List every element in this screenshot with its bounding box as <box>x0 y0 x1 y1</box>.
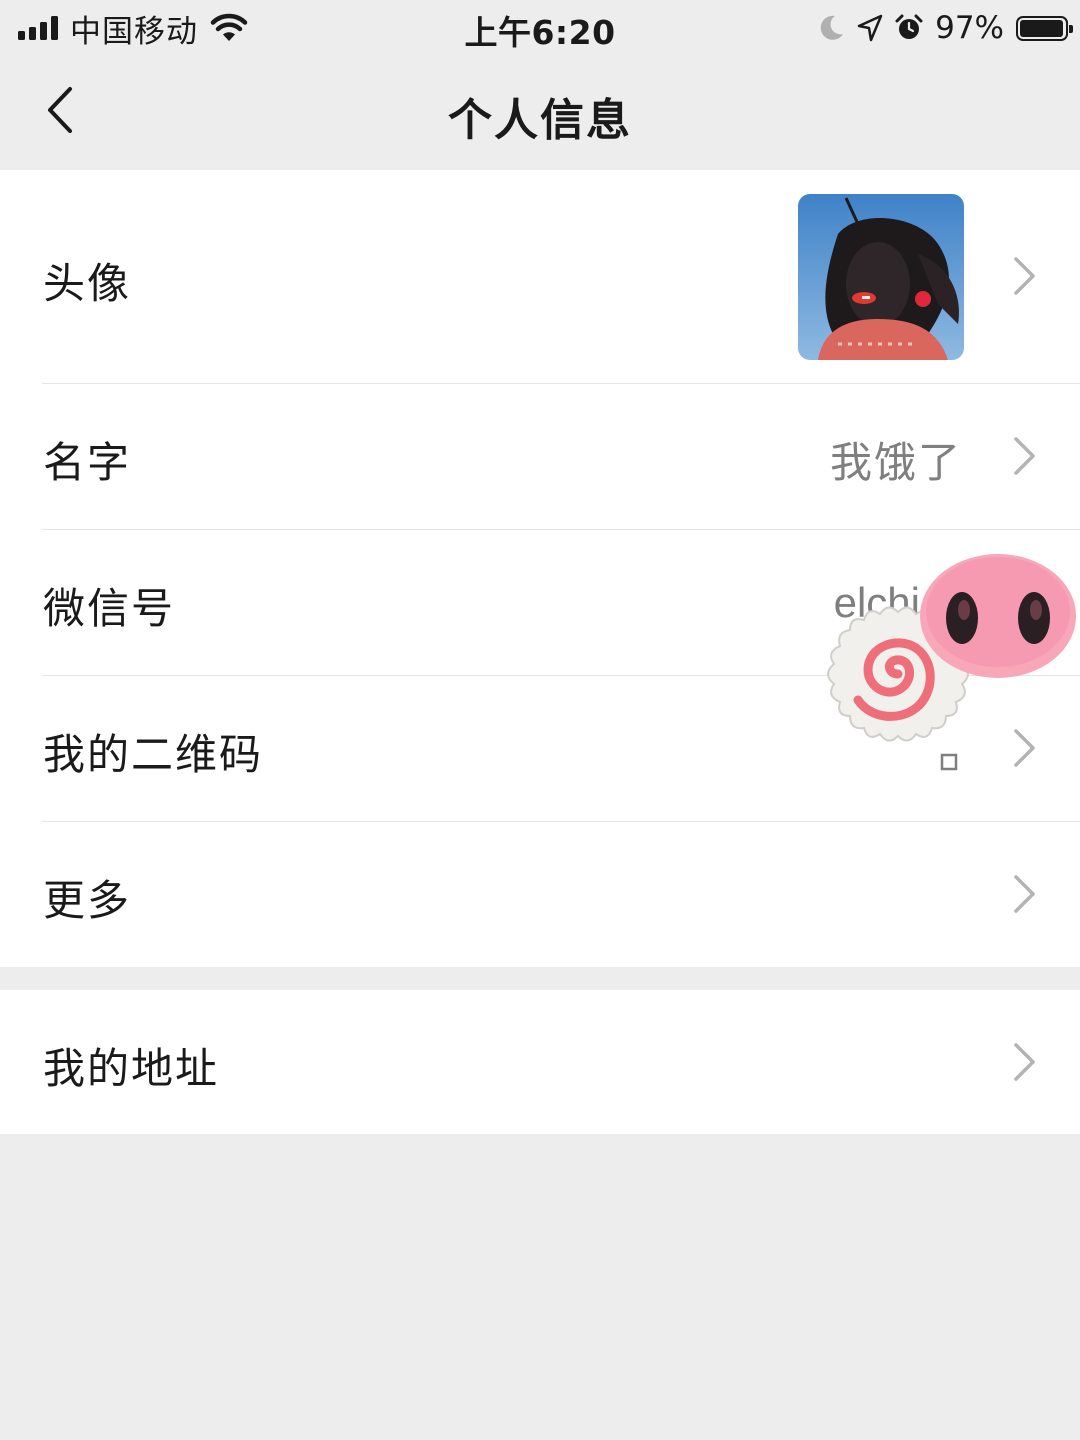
battery-percentage: 97% <box>935 10 1004 46</box>
row-label-wechat-id: 微信号 <box>43 584 176 633</box>
battery-tip <box>1069 24 1073 33</box>
status-bar: 中国移动 上午6:20 97% <box>0 0 1080 58</box>
row-more[interactable]: 更多 <box>0 821 1080 967</box>
profile-settings-group: 头像 名字 我饿了 微信号 elchi 我的二维码 更多 <box>0 170 1080 967</box>
chevron-right-icon <box>1014 729 1035 767</box>
name-value: 我饿了 <box>829 438 962 487</box>
row-label-more: 更多 <box>43 876 132 925</box>
row-address[interactable]: 我的地址 <box>0 990 1080 1134</box>
battery-fill <box>1020 19 1063 37</box>
chevron-right-icon <box>1014 437 1035 475</box>
row-wechat-id[interactable]: 微信号 elchi <box>0 529 1080 675</box>
avatar[interactable] <box>798 194 964 360</box>
status-right: 97% <box>819 8 1073 48</box>
row-label-qr-code: 我的二维码 <box>43 730 264 779</box>
battery-icon <box>1016 15 1073 41</box>
qr-code-icon <box>940 753 958 771</box>
row-avatar[interactable]: 头像 <box>0 170 1080 383</box>
alarm-icon <box>895 14 923 39</box>
page-title: 个人信息 <box>448 95 632 146</box>
row-label-avatar: 头像 <box>43 259 132 308</box>
nav-bar: 个人信息 <box>0 58 1080 170</box>
wechat-id-value: elchi <box>833 579 920 626</box>
location-arrow-icon <box>857 14 883 42</box>
row-label-address: 我的地址 <box>43 1044 220 1093</box>
address-group: 我的地址 <box>0 990 1080 1134</box>
chevron-right-icon <box>1014 875 1035 913</box>
chevron-right-icon <box>1014 1043 1035 1081</box>
row-label-name: 名字 <box>43 438 132 487</box>
moon-icon <box>820 15 844 40</box>
chevron-right-icon <box>1014 257 1035 295</box>
row-qr-code[interactable]: 我的二维码 <box>0 675 1080 821</box>
row-name[interactable]: 名字 我饿了 <box>0 383 1080 529</box>
